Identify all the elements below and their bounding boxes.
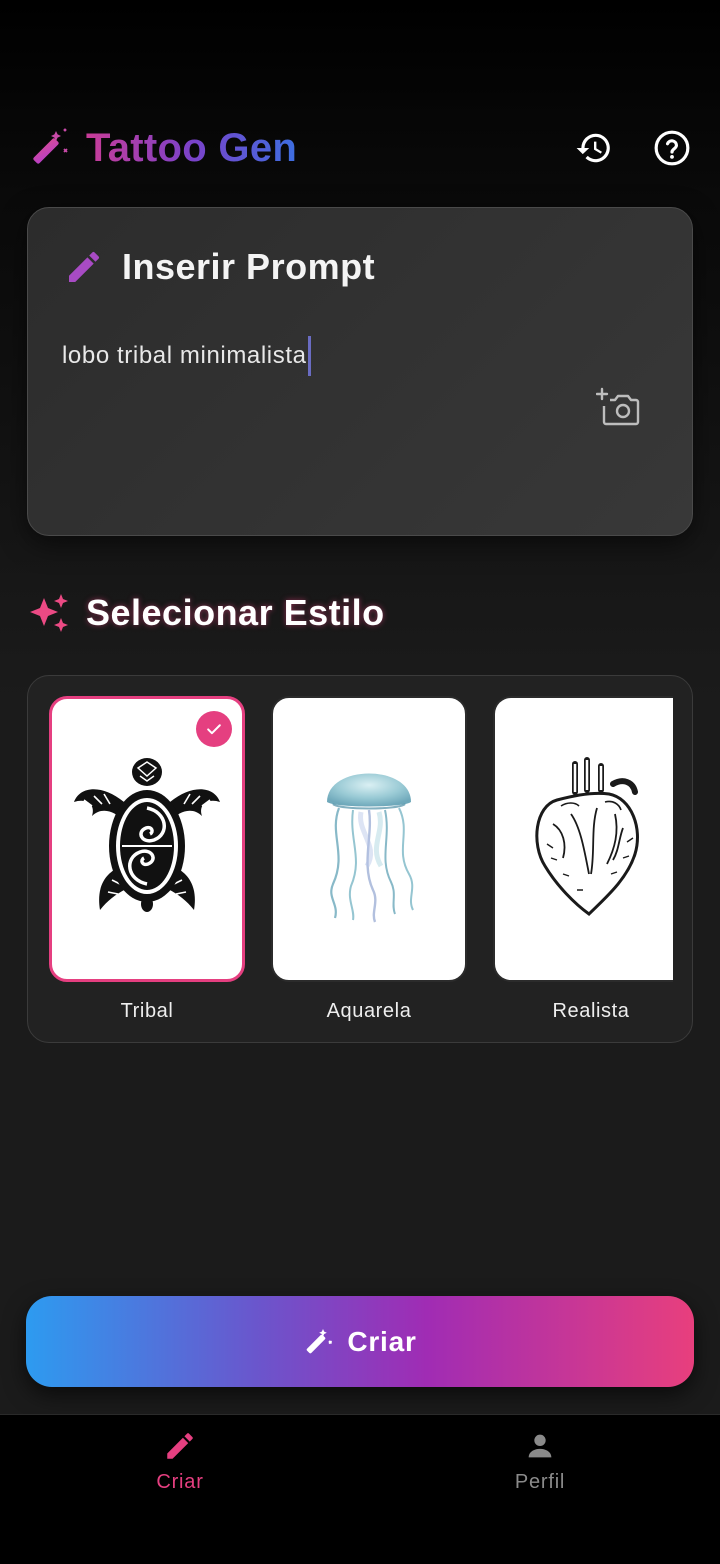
style-section-header: Selecionar Estilo <box>28 592 385 634</box>
pencil-icon <box>167 1433 193 1459</box>
prompt-card: Inserir Prompt lobo tribal minimalista <box>27 207 693 536</box>
style-card-aquarela[interactable] <box>271 696 467 982</box>
help-icon <box>654 130 690 166</box>
style-label: Tribal <box>120 1000 174 1022</box>
style-section-title: Selecionar Estilo <box>86 592 385 633</box>
style-option-aquarela[interactable]: Aquarela <box>271 696 467 1023</box>
selected-check-badge <box>196 711 232 747</box>
style-card-tribal[interactable] <box>49 696 245 982</box>
help-button[interactable] <box>652 128 692 168</box>
history-icon <box>576 133 610 163</box>
prompt-input[interactable]: lobo tribal minimalista <box>62 336 311 376</box>
prompt-input-text: lobo tribal minimalista <box>62 342 307 369</box>
pencil-icon <box>69 251 100 282</box>
add-photo-icon[interactable] <box>596 386 642 432</box>
style-label: Aquarela <box>326 1000 412 1022</box>
style-carousel[interactable]: Tribal Aquarela Realista <box>27 675 693 1043</box>
create-button-label: Criar <box>347 1325 417 1357</box>
tribal-turtle-image <box>74 758 220 912</box>
header-actions <box>536 128 692 168</box>
app-title: Tattoo Gen <box>86 125 298 170</box>
history-button[interactable] <box>574 128 614 168</box>
style-card-realista[interactable] <box>493 696 673 982</box>
bottom-navigation: Criar Perfil <box>0 1414 720 1564</box>
nav-label-criar: Criar <box>156 1471 204 1493</box>
nav-label-perfil: Perfil <box>514 1471 566 1493</box>
magic-wand-icon <box>307 1328 333 1353</box>
realistic-heart-image <box>535 757 639 916</box>
create-button[interactable]: Criar <box>26 1296 694 1387</box>
nav-item-perfil[interactable]: Perfil <box>440 1429 640 1494</box>
watercolor-jellyfish-image <box>327 773 414 923</box>
app-header: Tattoo Gen <box>28 120 692 176</box>
prompt-header: Inserir Prompt <box>64 246 375 288</box>
sparkles-icon <box>30 594 68 632</box>
person-icon <box>528 1434 552 1458</box>
text-cursor <box>307 336 311 376</box>
style-option-tribal[interactable]: Tribal <box>49 696 245 1023</box>
magic-wand-icon <box>33 128 68 164</box>
style-option-realista[interactable]: Realista <box>493 696 689 1023</box>
nav-item-criar[interactable]: Criar <box>80 1429 280 1494</box>
style-label: Realista <box>552 1000 630 1022</box>
check-icon <box>207 724 221 735</box>
prompt-title: Inserir Prompt <box>122 246 376 287</box>
